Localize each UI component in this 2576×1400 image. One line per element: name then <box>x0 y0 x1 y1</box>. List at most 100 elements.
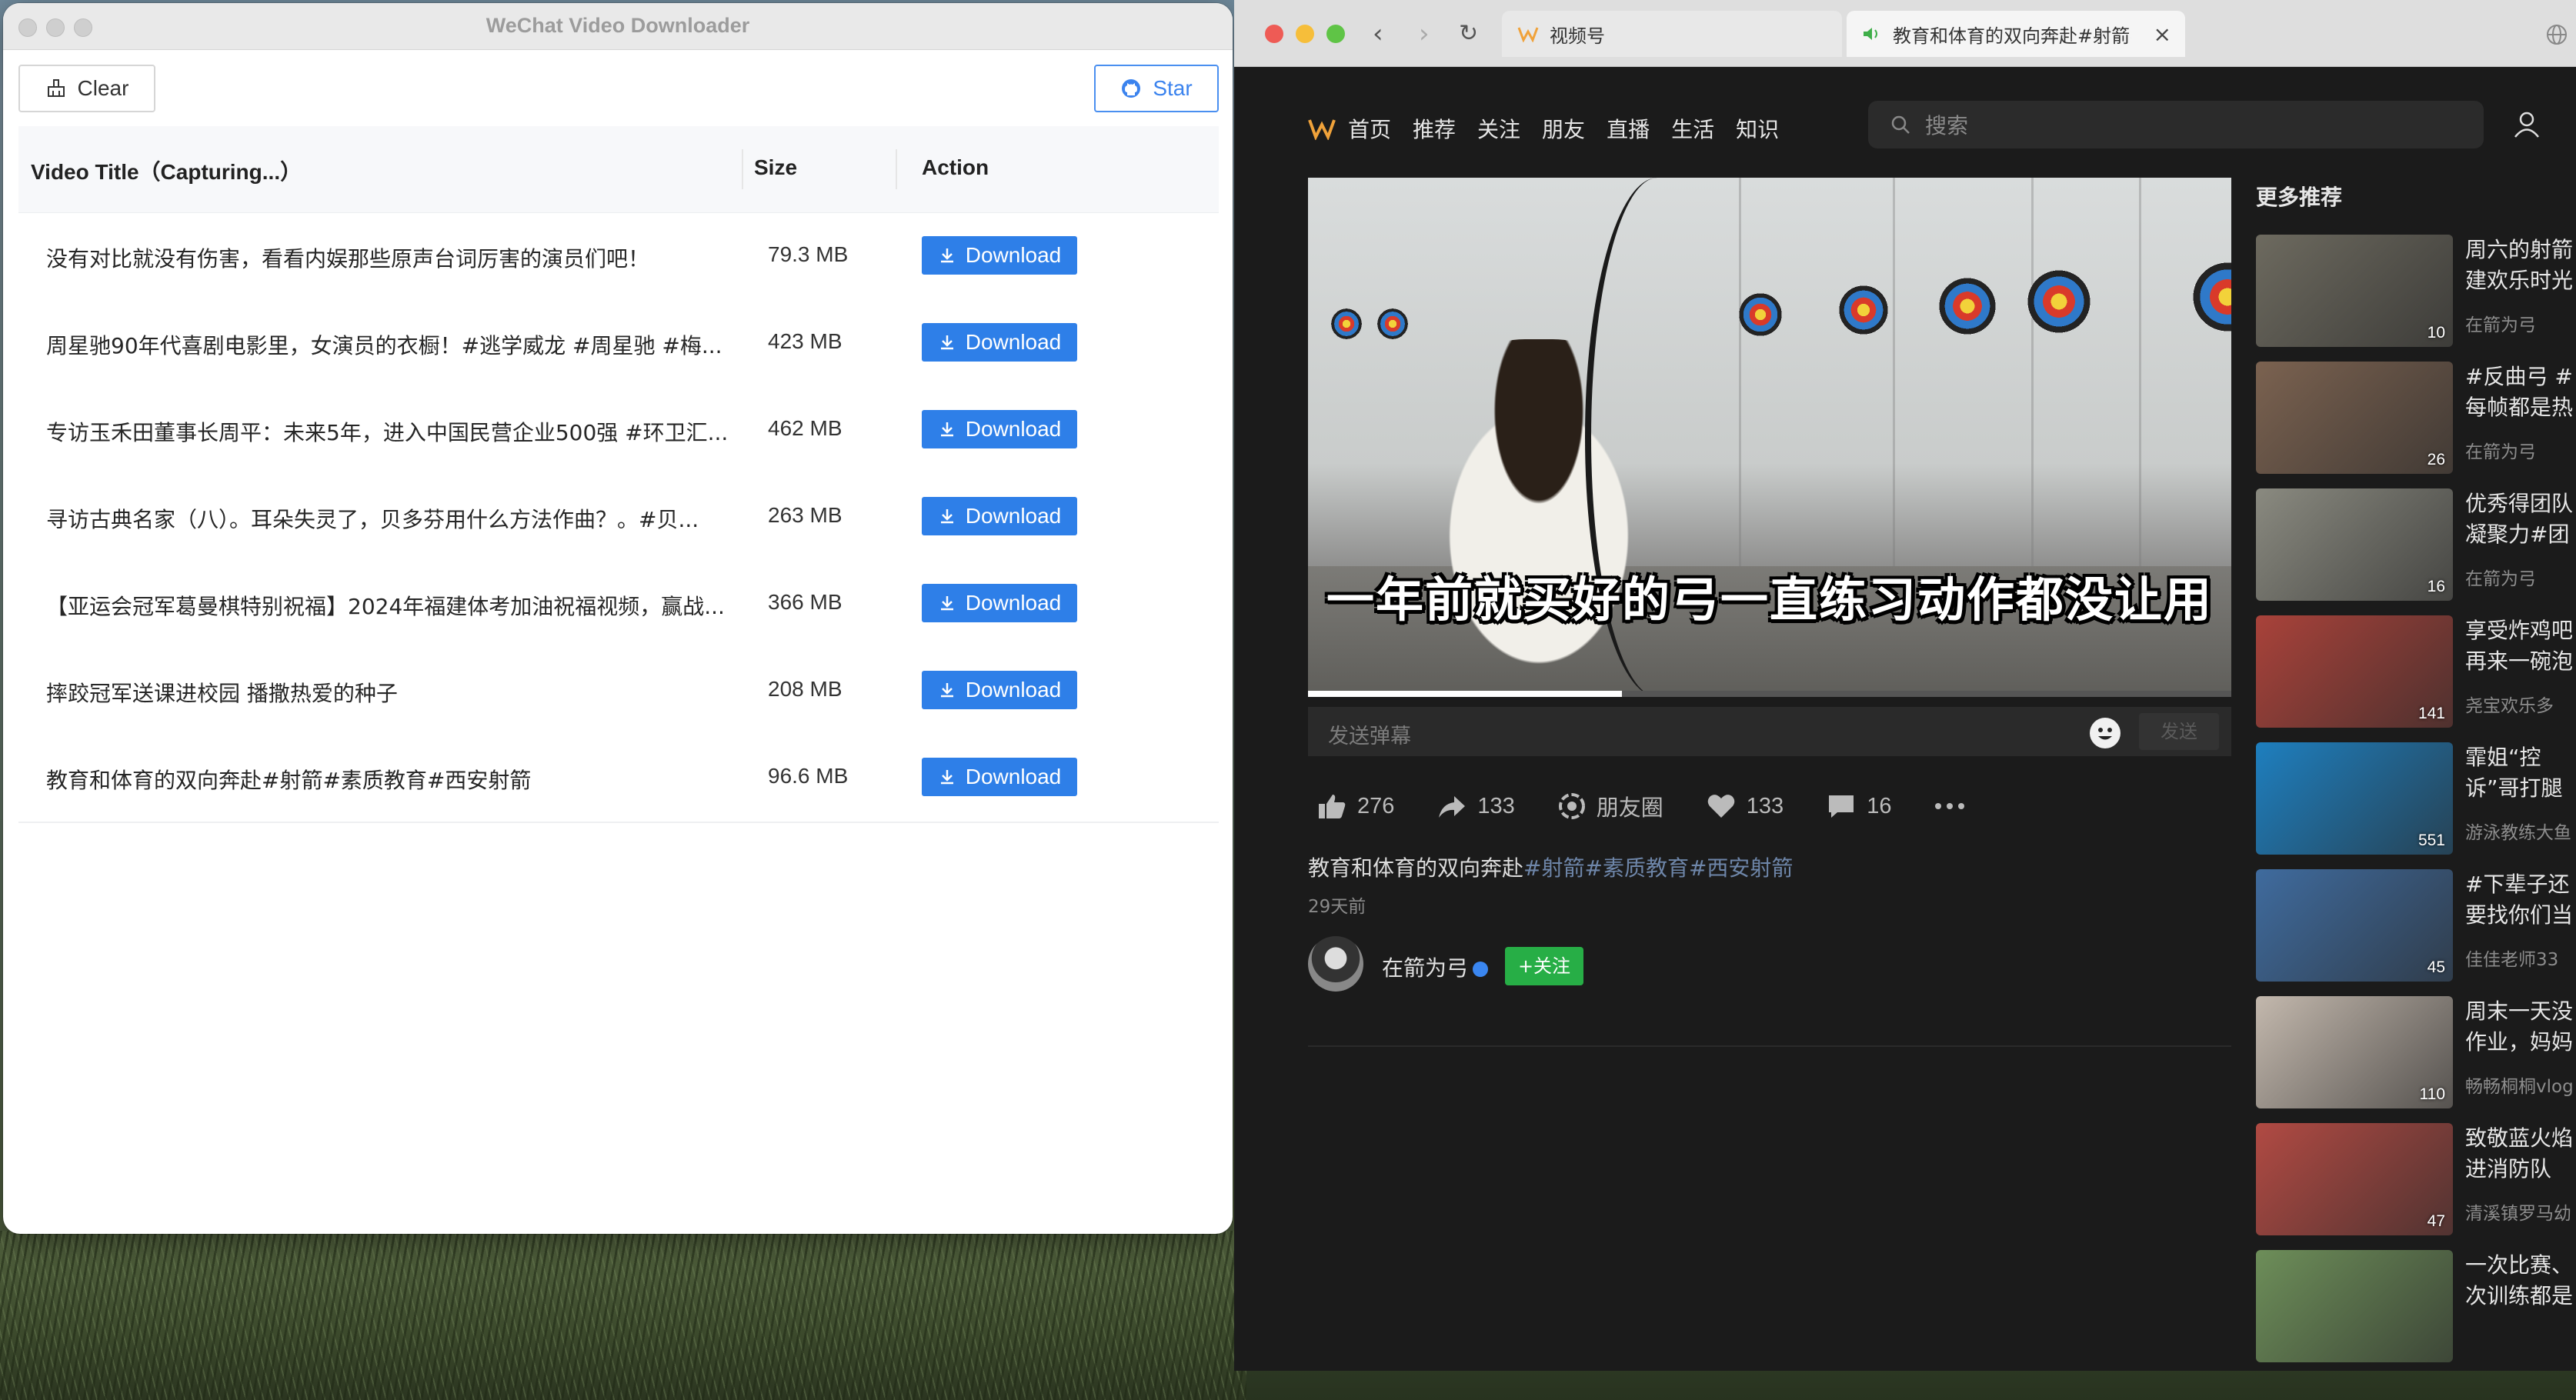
user-icon[interactable] <box>2511 108 2542 139</box>
emoji-icon[interactable] <box>2090 718 2121 748</box>
close-tab-icon[interactable]: × <box>2154 22 2171 47</box>
follow-button[interactable]: +关注 <box>1505 947 1583 985</box>
recommendation-item[interactable]: 16 优秀得团队凝聚力#团在箭为弓 <box>2256 488 2576 601</box>
download-button[interactable]: Download <box>922 671 1077 709</box>
video-title-cell: 专访玉禾田董事长周平：未来5年，进入中国民营企业500强 #环卫汇... <box>46 420 729 445</box>
recommendation-item[interactable]: 110 周末一天没作业，妈妈畅畅桐桐vlog <box>2256 996 2576 1108</box>
recommendation-thumbnail[interactable]: 110 <box>2256 996 2453 1108</box>
recommendation-item[interactable]: 一次比赛、次训练都是 <box>2256 1250 2576 1362</box>
download-button[interactable]: Download <box>922 758 1077 796</box>
recommendation-author[interactable]: 在箭为弓 <box>2465 437 2536 463</box>
video-title-cell: 周星驰90年代喜剧电影里，女演员的衣橱！#逃学威龙 #周星驰 #梅... <box>46 333 722 358</box>
nav-knowledge[interactable]: 知识 <box>1736 113 1779 144</box>
comment-count: 16 <box>1867 793 1892 818</box>
clear-button[interactable]: Clear <box>18 65 155 112</box>
recommendation-title[interactable]: 享受炸鸡吧再来一碗泡 <box>2465 615 2576 677</box>
recommendation-thumbnail[interactable]: 10 <box>2256 235 2453 347</box>
archery-target <box>1739 293 1782 336</box>
download-button[interactable]: Download <box>922 410 1077 448</box>
recommendation-thumbnail[interactable]: 551 <box>2256 742 2453 855</box>
author-name[interactable]: 在箭为弓 <box>1382 952 1489 982</box>
table-row: 没有对比就没有伤害，看看内娱那些原声台词厉害的演员们吧！ 79.3 MB Dow… <box>18 213 1219 302</box>
recommendation-thumbnail[interactable]: 16 <box>2256 488 2453 601</box>
archery-target <box>1331 308 1362 339</box>
close-window-button[interactable] <box>1265 25 1283 43</box>
forward-icon[interactable]: › <box>1419 18 1430 49</box>
search-icon <box>1891 115 1910 134</box>
archery-target <box>1939 278 1996 335</box>
danmu-input[interactable]: 发送弹幕 发送 <box>1308 707 2231 756</box>
description-tags[interactable]: #射箭#素质教育#西安射箭 <box>1523 855 1793 881</box>
recommendation-title[interactable]: 一次比赛、次训练都是 <box>2465 1250 2576 1312</box>
recommendation-title[interactable]: 优秀得团队凝聚力#团 <box>2465 488 2576 550</box>
recommendation-title[interactable]: 周六的射箭建欢乐时光 <box>2465 235 2576 296</box>
column-separator[interactable] <box>896 149 897 189</box>
recommendation-thumbnail[interactable]: 47 <box>2256 1123 2453 1235</box>
browser-window: ‹ › ↻ 视频号 教育和体育的双向奔赴#射箭# × 首页 推荐 关注 朋友 直… <box>1234 0 2576 1371</box>
download-button[interactable]: Download <box>922 584 1077 622</box>
download-label: Download <box>965 243 1062 267</box>
tab-channels[interactable]: 视频号 <box>1502 11 1842 57</box>
more-button[interactable] <box>1934 802 1965 810</box>
recommendation-title[interactable]: #下辈子还要找你们当爸 <box>2465 869 2576 931</box>
search-input[interactable]: 搜索 <box>1868 101 2484 148</box>
nav-following[interactable]: 关注 <box>1477 113 1520 144</box>
tab-video[interactable]: 教育和体育的双向奔赴#射箭# × <box>1847 11 2185 57</box>
recommendation-item[interactable]: 141 享受炸鸡吧再来一碗泡尧宝欢乐多 <box>2256 615 2576 728</box>
recommendation-title[interactable]: 霏姐“控诉”哥打腿训练 <box>2465 742 2576 804</box>
recommendation-item[interactable]: 26 #反曲弓 #每帧都是热爱在箭为弓 <box>2256 362 2576 474</box>
recommendation-author[interactable]: 佳佳老师33 <box>2465 945 2558 971</box>
more-dots-icon <box>1935 803 1965 809</box>
recommendation-author[interactable]: 在箭为弓 <box>2465 310 2536 336</box>
recommendation-author[interactable]: 游泳教练大鱼 <box>2465 818 2571 844</box>
recommendation-item[interactable]: 47 致敬蓝火焰进消防队清溪镇罗马幼 <box>2256 1123 2576 1235</box>
download-label: Download <box>965 591 1062 615</box>
video-player[interactable]: 一年前就买好的弓一直练习动作都没让用 <box>1308 178 2231 697</box>
comment-button[interactable]: 16 <box>1827 793 1891 819</box>
author-name-text: 在箭为弓 <box>1382 955 1469 981</box>
author-avatar[interactable] <box>1308 936 1363 992</box>
recommendation-author[interactable]: 尧宝欢乐多 <box>2465 691 2554 717</box>
github-star-button[interactable]: Star <box>1094 65 1219 112</box>
recommendation-item[interactable]: 10 周六的射箭建欢乐时光在箭为弓 <box>2256 235 2576 347</box>
send-danmu-button[interactable]: 发送 <box>2139 713 2219 750</box>
comment-icon <box>1829 795 1854 818</box>
minimize-window-button[interactable] <box>1296 25 1314 43</box>
wallpaper-grass <box>0 1231 1246 1400</box>
maximize-window-button[interactable] <box>1326 25 1345 43</box>
nav-friends[interactable]: 朋友 <box>1542 113 1585 144</box>
recommendation-thumbnail[interactable]: 45 <box>2256 869 2453 982</box>
recommendation-author-name: 佳佳老师33 <box>2465 950 2559 970</box>
download-icon <box>940 335 953 350</box>
nav-life[interactable]: 生活 <box>1671 113 1714 144</box>
nav-recommend[interactable]: 推荐 <box>1413 113 1456 144</box>
recommendation-title[interactable]: 周末一天没作业，妈妈 <box>2465 996 2576 1058</box>
recommendation-author[interactable]: 畅畅桐桐vlog <box>2465 1072 2574 1098</box>
video-size-cell: 462 MB <box>768 416 843 440</box>
recommendation-title[interactable]: #反曲弓 #每帧都是热爱 <box>2465 362 2576 423</box>
globe-icon[interactable] <box>2545 23 2568 46</box>
back-icon[interactable]: ‹ <box>1373 18 1383 49</box>
download-button[interactable]: Download <box>922 236 1077 275</box>
nav-live[interactable]: 直播 <box>1607 113 1650 144</box>
recommendation-title[interactable]: 致敬蓝火焰进消防队 <box>2465 1123 2576 1185</box>
archery-target <box>1839 285 1888 335</box>
heart-button[interactable]: 133 <box>1707 793 1784 819</box>
recommendation-item[interactable]: 45 #下辈子还要找你们当爸佳佳老师33 <box>2256 869 2576 982</box>
share-button[interactable]: 133 <box>1437 793 1515 819</box>
recommendation-thumbnail[interactable]: 141 <box>2256 615 2453 728</box>
column-separator[interactable] <box>742 149 743 189</box>
recommendation-author[interactable]: 在箭为弓 <box>2465 564 2536 590</box>
channels-logo-icon[interactable] <box>1308 117 1336 140</box>
download-button[interactable]: Download <box>922 497 1077 535</box>
recommendation-item[interactable]: 551 霏姐“控诉”哥打腿训练游泳教练大鱼 <box>2256 742 2576 855</box>
video-progress-track[interactable] <box>1308 691 2231 697</box>
reload-icon[interactable]: ↻ <box>1459 20 1478 47</box>
like-button[interactable]: 276 <box>1317 792 1394 820</box>
recommendation-thumbnail[interactable]: 26 <box>2256 362 2453 474</box>
recommendation-thumbnail[interactable] <box>2256 1250 2453 1362</box>
moments-button[interactable]: 朋友圈 <box>1558 790 1663 822</box>
nav-home[interactable]: 首页 <box>1348 113 1391 144</box>
recommendation-author[interactable]: 清溪镇罗马幼 <box>2465 1198 2571 1225</box>
download-button[interactable]: Download <box>922 323 1077 362</box>
